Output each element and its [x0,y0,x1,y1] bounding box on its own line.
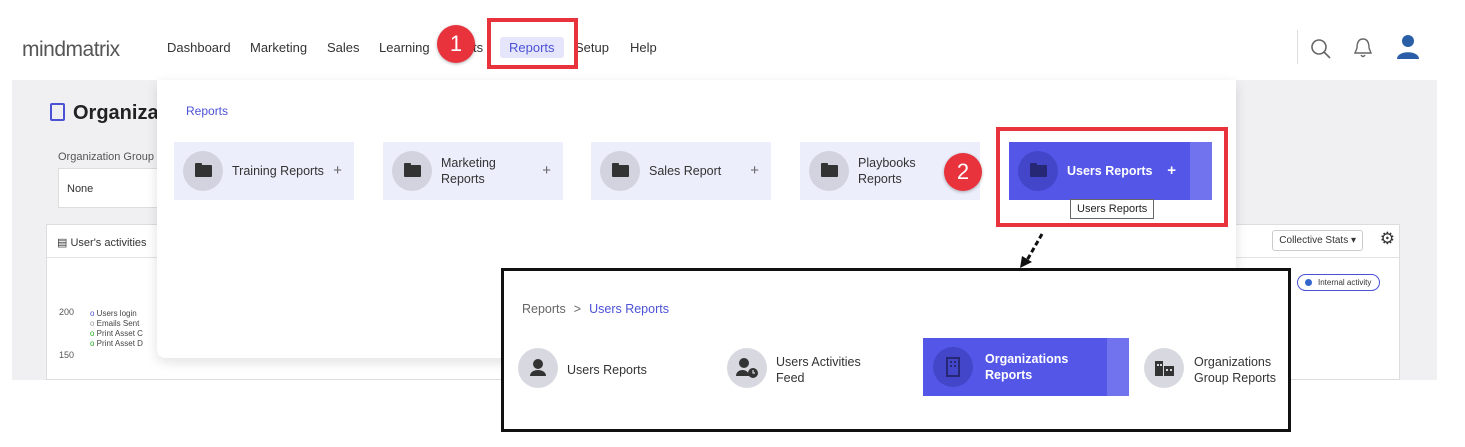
bar-chart-icon: ▤ [57,237,68,249]
card-training-reports[interactable]: Training Reports + [174,142,354,200]
card-label: Sales Report [649,164,722,178]
expand-plus-icon[interactable]: + [333,162,342,179]
nav-sales[interactable]: Sales [327,40,360,55]
highlight-reports-nav [487,18,578,69]
building-icon [50,103,65,121]
gears-icon[interactable]: ⚙ [1380,229,1395,249]
dropdown-breadcrumb[interactable]: Reports [186,104,228,118]
zoom-item-organizations-reports[interactable]: Organizations Reports [923,338,1129,396]
bell-icon[interactable] [1353,37,1373,59]
internal-activity-legend[interactable]: Internal activity [1297,274,1381,291]
user-icon [518,348,558,388]
zoom-item-users-reports[interactable]: Users Reports [567,362,647,378]
top-icon-group [1297,30,1438,64]
page-title: Organiza [50,102,159,125]
card-label: Organizations Reports [985,352,1069,382]
folder-icon [809,151,849,191]
folder-icon [183,151,223,191]
breadcrumb-reports[interactable]: Reports [522,302,566,316]
top-navigation-bar: mindmatrix Dashboard Marketing Sales Lea… [0,0,1437,80]
panel-title: ▤ User's activities [57,237,147,249]
down-arrow-icon [1020,233,1044,268]
step-badge-1: 1 [437,25,475,63]
breadcrumb-separator: > [573,302,582,316]
card-strip [1107,338,1129,396]
card-label: Marketing Reports [441,156,496,186]
collective-stats-dropdown[interactable]: Collective Stats ▾ [1272,230,1363,251]
folder-icon [600,151,640,191]
legend-item[interactable]: Users login [90,309,143,319]
card-marketing-reports[interactable]: Marketing Reports + [383,142,563,200]
nav-dashboard[interactable]: Dashboard [167,40,231,55]
buildings-icon [1144,348,1184,388]
building-icon [933,347,973,387]
step-badge-2: 2 [944,153,982,191]
user-clock-icon [727,348,767,388]
folder-icon [392,151,432,191]
zoomed-submenu: Reports > Users Reports Users Reports User… [501,268,1291,432]
chart-legend: Users login Emails Sent Print Asset C Pr… [90,309,143,349]
zoom-item-organizations-group-reports[interactable]: Organizations Group Reports [1194,354,1276,386]
org-group-label: Organization Group [58,151,154,163]
card-sales-report[interactable]: Sales Report + [591,142,771,200]
nav-marketing[interactable]: Marketing [250,40,307,55]
card-label: Training Reports [232,164,324,178]
y-tick: 150 [59,350,75,360]
highlight-users-reports [996,127,1228,227]
nav-learning[interactable]: Learning [379,40,430,55]
zoom-breadcrumb: Reports > Users Reports [522,302,669,316]
app-logo[interactable]: mindmatrix [22,38,120,62]
search-icon[interactable] [1310,38,1332,60]
nav-setup[interactable]: Setup [575,40,609,55]
y-tick: 200 [59,307,75,317]
legend-item[interactable]: Emails Sent [90,319,143,329]
zoom-item-users-activities-feed[interactable]: Users Activities Feed [776,354,861,386]
user-avatar-icon[interactable] [1396,34,1420,60]
expand-plus-icon[interactable]: + [542,162,551,179]
legend-item[interactable]: Print Asset D [90,339,143,349]
card-label: Playbooks Reports [858,156,916,186]
breadcrumb-users-reports[interactable]: Users Reports [589,302,669,316]
nav-help[interactable]: Help [630,40,657,55]
expand-plus-icon[interactable]: + [750,162,759,179]
legend-item[interactable]: Print Asset C [90,329,143,339]
